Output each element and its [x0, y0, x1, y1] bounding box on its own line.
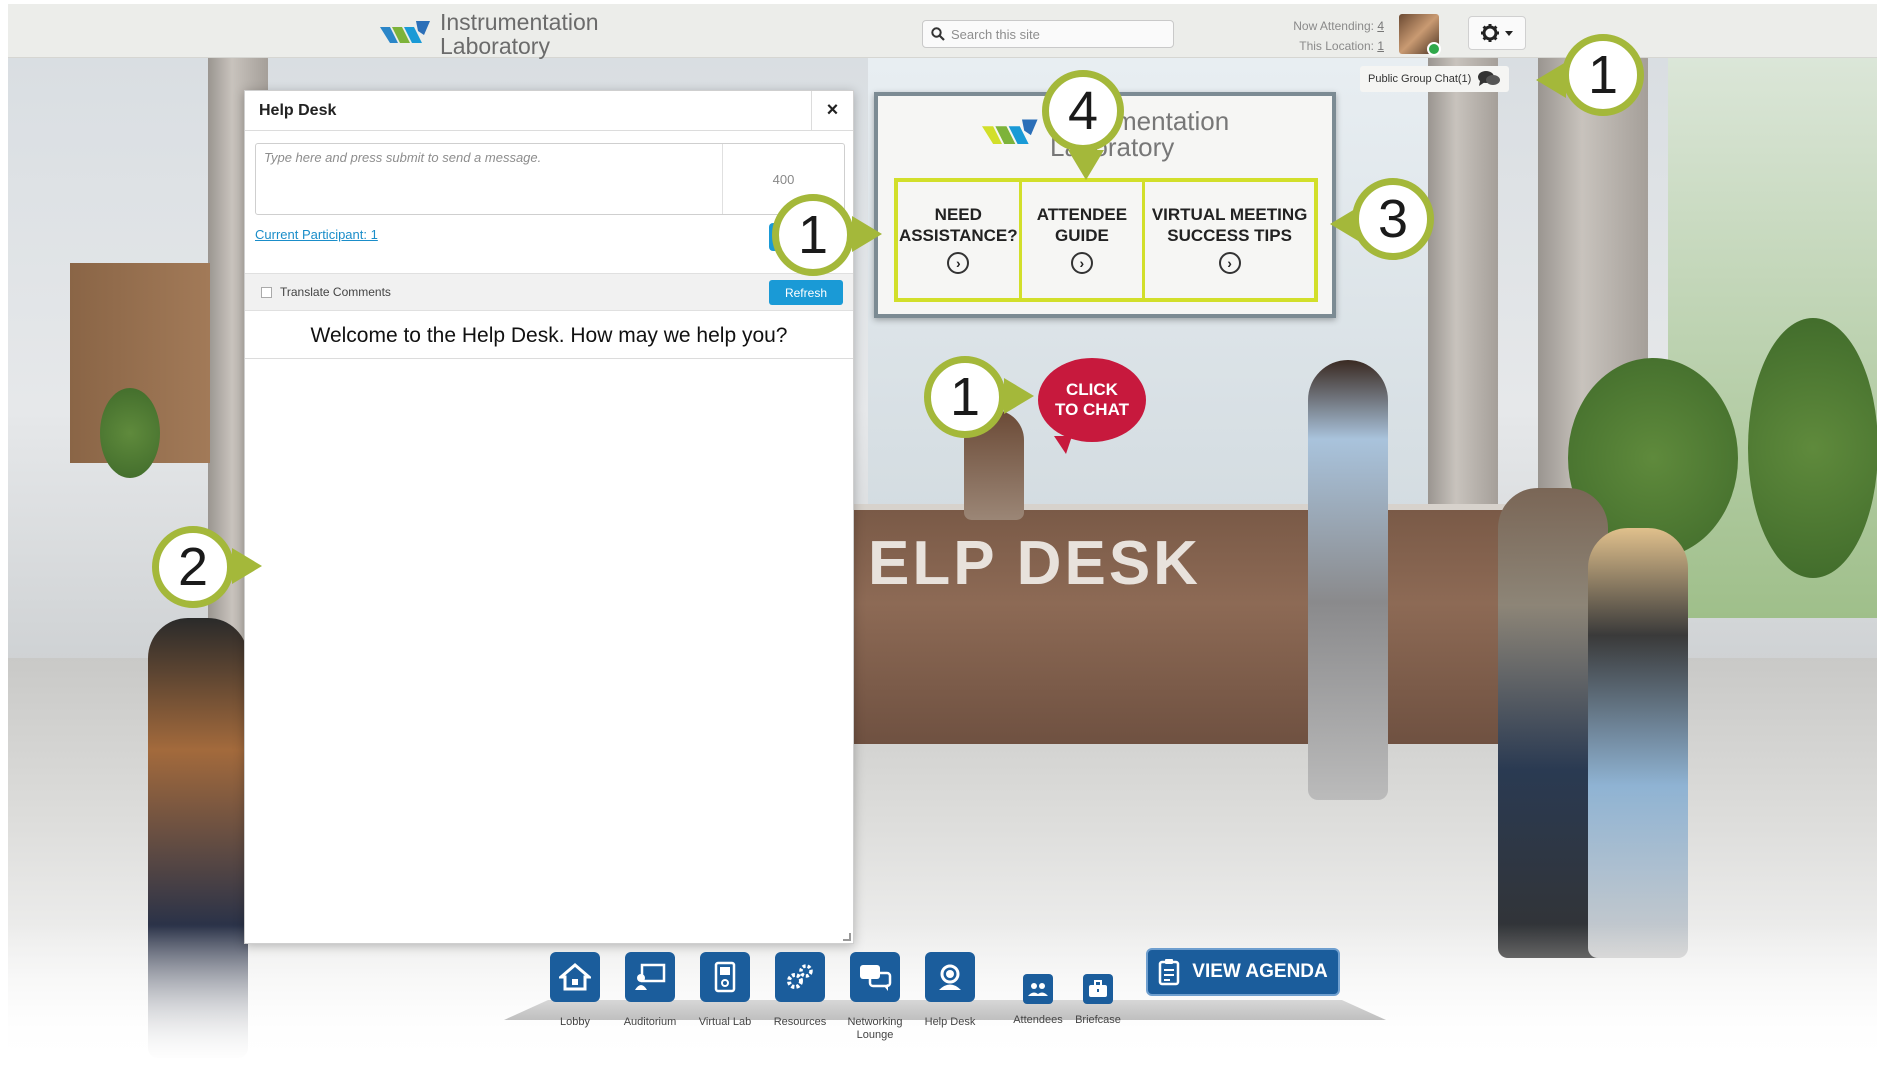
nav-label: Auditorium: [623, 1016, 677, 1028]
click-to-chat-button[interactable]: CLICK TO CHAT: [1038, 358, 1146, 454]
gears-icon: [775, 952, 825, 1002]
briefcase-icon: [1083, 974, 1113, 1004]
logo-line-1: Instrumentation: [440, 9, 599, 35]
translate-checkbox[interactable]: [261, 286, 272, 298]
gear-icon: [1481, 24, 1499, 42]
translate-row: Translate Comments Refresh: [245, 273, 853, 311]
search-placeholder: Search this site: [951, 26, 1040, 42]
callout-arrow: [852, 216, 882, 252]
arrow-circle-icon: ›: [1218, 252, 1241, 274]
this-location-label: This Location:: [1299, 39, 1374, 53]
standing-woman: [1308, 360, 1388, 800]
nav-virtual-lab[interactable]: Virtual Lab: [690, 952, 760, 1029]
support-agent-icon: [925, 952, 975, 1002]
nav-label: Lobby: [560, 1016, 590, 1028]
callout-number: 4: [1042, 70, 1124, 152]
nav-lobby[interactable]: Lobby: [540, 952, 610, 1029]
sign-links: NEED ASSISTANCE? › ATTENDEE GUIDE › VIRT…: [894, 178, 1318, 302]
nav-label: Networking Lounge: [847, 1016, 903, 1041]
logo-mark-icon: [982, 119, 1038, 144]
lab-icon: [700, 952, 750, 1002]
public-group-chat-button[interactable]: Public Group Chat(1): [1360, 66, 1510, 92]
settings-menu-button[interactable]: [1468, 16, 1526, 50]
virtual-meeting-tips-link[interactable]: VIRTUAL MEETING SUCCESS TIPS ›: [1142, 182, 1314, 298]
dialog-header: Help Desk ×: [245, 90, 853, 131]
translate-label: Translate Comments: [280, 285, 391, 299]
this-location-count[interactable]: 1: [1377, 39, 1384, 53]
site-logo[interactable]: Instrumentation Laboratory: [380, 10, 599, 58]
nav-resources[interactable]: Resources: [765, 952, 835, 1029]
nav-networking-lounge[interactable]: Networking Lounge: [840, 952, 910, 1042]
callout-number: 2: [152, 526, 234, 608]
view-agenda-button[interactable]: VIEW AGENDA: [1146, 948, 1340, 996]
logo-mark-icon: [380, 21, 434, 47]
callout-number: 1: [1562, 34, 1644, 116]
arrow-circle-icon: ›: [1070, 252, 1093, 274]
dialog-title: Help Desk: [259, 101, 337, 119]
public-group-chat-label: Public Group Chat(1): [1368, 73, 1472, 85]
callout-number: 1: [924, 356, 1006, 438]
plant: [100, 388, 160, 478]
nav-auditorium[interactable]: Auditorium: [615, 952, 685, 1029]
user-avatar[interactable]: [1399, 14, 1441, 56]
nav-label: Resources: [773, 1016, 827, 1028]
search-icon: [931, 27, 945, 41]
current-participants-link[interactable]: Current Participant: 1: [255, 227, 378, 242]
close-button[interactable]: ×: [811, 90, 853, 131]
message-input[interactable]: Type here and press submit to send a mes…: [256, 144, 722, 214]
view-agenda-label: VIEW AGENDA: [1192, 961, 1328, 982]
nav-label: Briefcase: [1075, 1014, 1121, 1026]
chat-bubbles-icon: [850, 952, 900, 1002]
resize-handle-icon[interactable]: [843, 933, 851, 941]
refresh-button[interactable]: Refresh: [768, 280, 843, 305]
plant: [1748, 318, 1878, 578]
desk-sign-text: ELP DESK: [868, 529, 1201, 598]
home-icon: [550, 952, 600, 1002]
presentation-icon: [625, 952, 675, 1002]
chat-bubbles-icon: [1478, 71, 1501, 86]
callout-arrow: [1004, 378, 1034, 414]
online-status-icon: [1427, 42, 1441, 56]
callout-arrow: [232, 548, 262, 584]
message-compose: Type here and press submit to send a mes…: [255, 143, 845, 215]
search-input[interactable]: Search this site: [922, 20, 1174, 48]
nav-help-desk[interactable]: Help Desk: [915, 952, 985, 1029]
logo-line-2: Laboratory: [440, 33, 550, 59]
attendee-guide-link[interactable]: ATTENDEE GUIDE ›: [1018, 182, 1143, 298]
need-assistance-link[interactable]: NEED ASSISTANCE? ›: [898, 182, 1019, 298]
clipboard-icon: [1159, 959, 1180, 986]
people-icon: [1023, 974, 1053, 1004]
nav-label: Attendees: [1013, 1014, 1063, 1026]
nav-attendees[interactable]: Attendees: [1006, 974, 1070, 1027]
nav-label: Help Desk: [924, 1016, 976, 1028]
arrow-circle-icon: ›: [947, 252, 970, 274]
callout-number: 1: [772, 194, 854, 276]
nav-label: Virtual Lab: [698, 1016, 752, 1028]
help-desk-dialog: Help Desk × Type here and press submit t…: [244, 90, 854, 944]
attendance-info: Now Attending: 4 This Location: 1: [1238, 16, 1384, 56]
standing-woman-blonde: [1588, 528, 1688, 958]
nav-briefcase[interactable]: Briefcase: [1066, 974, 1130, 1027]
welcome-message: Welcome to the Help Desk. How may we hel…: [245, 313, 853, 359]
now-attending-count[interactable]: 4: [1377, 19, 1384, 33]
callout-arrow: [1068, 150, 1104, 180]
callout-number: 3: [1352, 178, 1434, 260]
now-attending-label: Now Attending:: [1293, 19, 1374, 33]
caret-down-icon: [1505, 31, 1513, 36]
